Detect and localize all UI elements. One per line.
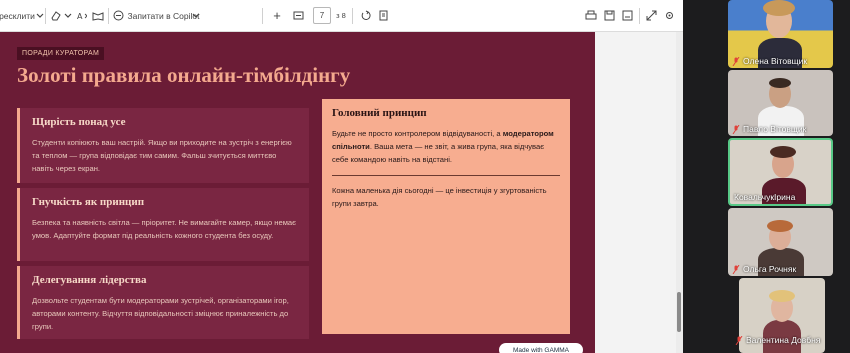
mic-off-icon [732,56,740,66]
rotate-icon[interactable] [358,0,372,31]
gear-icon[interactable] [661,0,677,31]
scrollbar-thumb[interactable] [677,292,681,332]
participant-hair [769,78,791,88]
fit-page-icon[interactable] [291,0,305,31]
read-aloud-icon[interactable]: A [76,0,92,31]
participant-tile-active[interactable]: КовальчукІрина [728,138,833,206]
rule-card: Гнучкість як принцип Безпека та наявніст… [17,188,309,261]
participant-tile[interactable]: Олена Вітовщик [728,0,833,68]
participant-name-label: Павло Вітовщик [743,124,807,134]
rule-text: Дозвольте студентам бути модераторами зу… [32,296,289,331]
rule-text: Безпека та наявність світла — пріоритет.… [32,218,297,240]
expand-icon[interactable] [643,0,659,31]
page-total-label: з 8 [336,11,346,20]
principle-text: Будьте не просто контролером відвідувано… [332,127,560,166]
participant-tile[interactable]: Ольга Рочняк [728,208,833,276]
divider [332,175,560,176]
mic-off-icon [732,124,740,134]
translate-label: ресклити [0,10,35,21]
zoom-in-button[interactable]: + [270,0,284,31]
rule-heading: Гнучкість як принцип [32,196,145,208]
principle-footer: Кожна маленька дія сьогодні — це інвести… [332,186,547,208]
participant-hair [767,220,793,232]
participant-tile[interactable]: Павло Вітовщик [728,70,833,136]
participant-hair [769,290,795,302]
copilot-icon [113,10,124,21]
participant-hair [770,146,796,158]
section-badge: ПОРАДИ КУРАТОРАМ [17,47,105,60]
pdf-toolbar: ресклити A Запитати в Copilot + 7 з 8 [0,0,683,32]
print-icon[interactable] [583,0,599,31]
principle-heading: Головний принцип [332,107,427,119]
participant-name: Ольга Рочняк [728,264,833,274]
participant-name-label: Ольга Рочняк [743,264,797,274]
svg-text:A: A [77,12,83,21]
participant-name: Олена Вітовщик [728,56,833,66]
rule-heading: Щирість понад усе [32,116,126,128]
page-view-icon[interactable] [376,0,390,31]
copilot-button[interactable]: Запитати в Copilot [112,0,200,31]
rule-card: Делегування лідерства Дозвольте студента… [17,266,309,339]
rule-text: Студенти копіюють ваш настрій. Якщо ви п… [32,138,292,173]
video-call-panel: Олена Вітовщик Павло Вітовщик КовальчукІ… [683,0,850,353]
pdf-viewer: ресклити A Запитати в Copilot + 7 з 8 ПО… [0,0,683,353]
chevron-down-icon[interactable] [190,0,202,31]
save-icon[interactable] [601,0,617,31]
main-principle-panel: Головний принцип Будьте не просто контро… [322,99,570,334]
chevron-down-icon[interactable] [62,0,74,31]
page-total: з 8 [334,0,348,31]
eraser-icon[interactable] [48,0,62,31]
participant-name-label: Валентина Довбня [746,335,821,345]
principle-text-start: Будьте не просто контролером відвідувано… [332,129,501,138]
translate-button[interactable]: ресклити [0,0,35,31]
copilot-label: Запитати в Copilot [127,10,200,21]
mic-off-icon [732,264,740,274]
page-number-input[interactable]: 7 [312,0,332,31]
page-title: Золоті правила онлайн-тімбілдінгу [17,63,351,87]
participant-name: Валентина Довбня [731,335,820,345]
participant-name: КовальчукІрина [730,192,831,202]
participant-name: Павло Вітовщик [728,124,833,134]
participant-name-label: Олена Вітовщик [743,56,808,66]
rule-heading: Делегування лідерства [32,274,147,286]
made-with-badge[interactable]: Made with GAMMA [499,343,583,353]
page-current: 7 [313,7,331,24]
participant-name-label: КовальчукІрина [734,192,796,202]
mic-off-icon [735,335,743,345]
participant-hair [763,0,795,16]
save-as-icon[interactable] [619,0,635,31]
immersive-reader-icon[interactable] [91,0,105,31]
rule-card: Щирість понад усе Студенти копіюють ваш … [17,108,309,183]
